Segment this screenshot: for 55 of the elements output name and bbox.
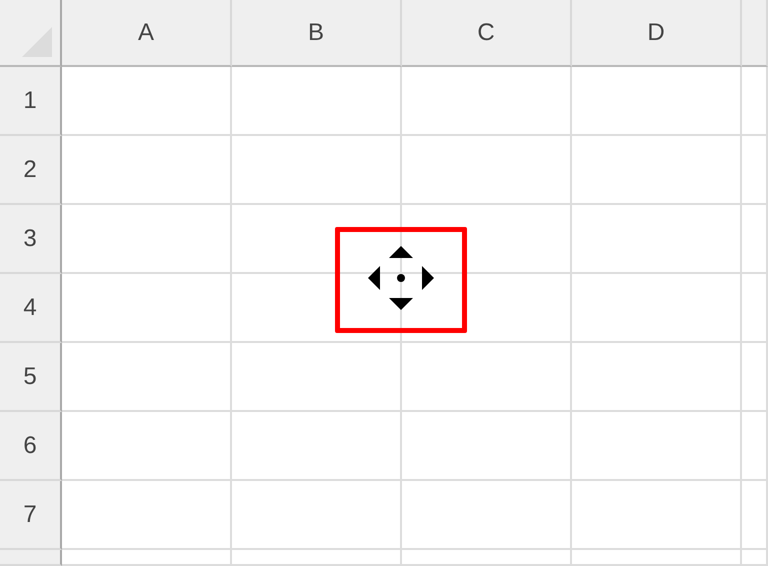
- row-header[interactable]: 4: [0, 274, 62, 343]
- table-cell[interactable]: [572, 343, 742, 412]
- select-all-button[interactable]: [0, 0, 62, 67]
- table-cell[interactable]: [402, 274, 572, 343]
- table-cell[interactable]: [62, 136, 232, 205]
- row-header[interactable]: 1: [0, 67, 62, 136]
- table-cell[interactable]: [232, 481, 402, 550]
- table-cell[interactable]: [742, 412, 768, 481]
- table-cell[interactable]: [62, 274, 232, 343]
- table-cell[interactable]: [742, 481, 768, 550]
- row-header[interactable]: [0, 550, 62, 566]
- table-cell[interactable]: [742, 136, 768, 205]
- table-cell[interactable]: [62, 550, 232, 566]
- table-cell[interactable]: [232, 274, 402, 343]
- table-cell[interactable]: [232, 136, 402, 205]
- table-cell[interactable]: [62, 481, 232, 550]
- row-header[interactable]: 5: [0, 343, 62, 412]
- table-cell[interactable]: [742, 67, 768, 136]
- column-header[interactable]: B: [232, 0, 402, 67]
- table-cell[interactable]: [62, 67, 232, 136]
- table-cell[interactable]: [62, 343, 232, 412]
- table-cell[interactable]: [402, 205, 572, 274]
- table-cell[interactable]: [402, 550, 572, 566]
- table-cell[interactable]: [742, 343, 768, 412]
- move-cursor-icon: [368, 246, 434, 310]
- table-cell[interactable]: [402, 67, 572, 136]
- row-header[interactable]: 6: [0, 412, 62, 481]
- table-cell[interactable]: [742, 205, 768, 274]
- table-cell[interactable]: [232, 550, 402, 566]
- table-cell[interactable]: [742, 274, 768, 343]
- column-header[interactable]: C: [402, 0, 572, 67]
- table-cell[interactable]: [402, 136, 572, 205]
- table-cell[interactable]: [742, 550, 768, 566]
- table-cell[interactable]: [572, 136, 742, 205]
- table-cell[interactable]: [572, 67, 742, 136]
- column-header[interactable]: A: [62, 0, 232, 67]
- table-cell[interactable]: [402, 481, 572, 550]
- table-cell[interactable]: [402, 343, 572, 412]
- column-header[interactable]: [742, 0, 768, 67]
- table-cell[interactable]: [572, 412, 742, 481]
- table-cell[interactable]: [572, 274, 742, 343]
- table-cell[interactable]: [402, 412, 572, 481]
- row-header[interactable]: 3: [0, 205, 62, 274]
- table-cell[interactable]: [232, 205, 402, 274]
- table-cell[interactable]: [572, 481, 742, 550]
- table-cell[interactable]: [572, 550, 742, 566]
- row-header[interactable]: 7: [0, 481, 62, 550]
- table-cell[interactable]: [232, 343, 402, 412]
- table-cell[interactable]: [62, 205, 232, 274]
- column-header[interactable]: D: [572, 0, 742, 67]
- table-cell[interactable]: [62, 412, 232, 481]
- table-cell[interactable]: [232, 412, 402, 481]
- table-cell[interactable]: [572, 205, 742, 274]
- row-header[interactable]: 2: [0, 136, 62, 205]
- table-cell[interactable]: [232, 67, 402, 136]
